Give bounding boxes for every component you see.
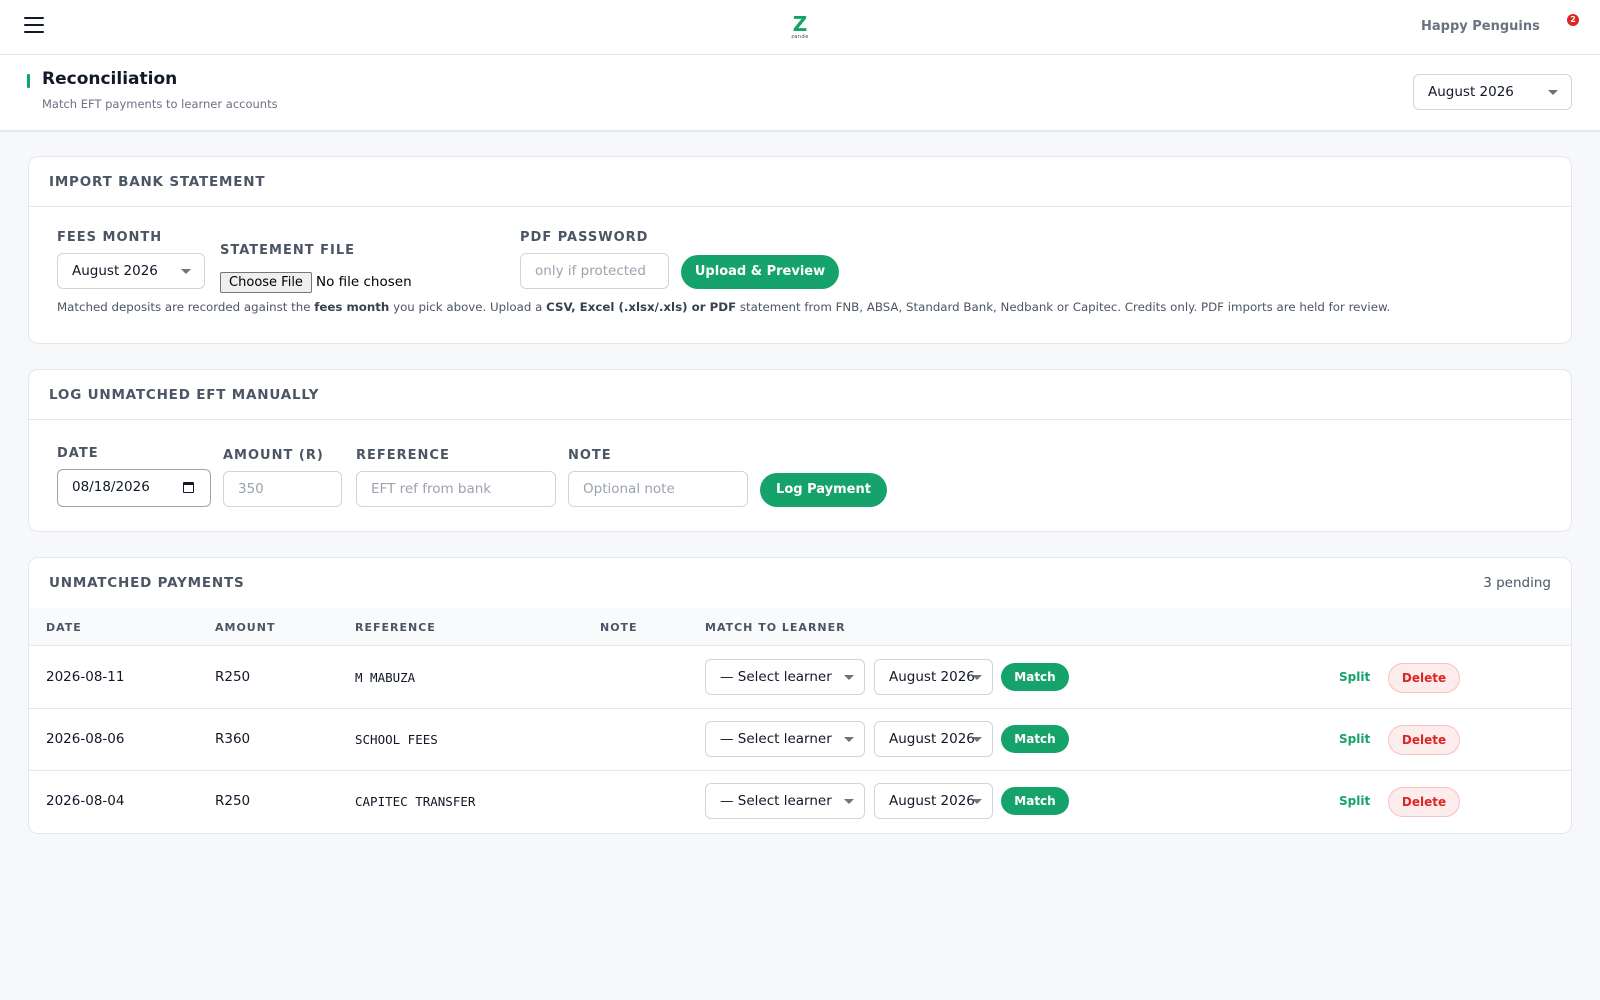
row-month-select[interactable]: August 2026 bbox=[874, 783, 993, 819]
row-reference: M MABUZA bbox=[355, 670, 416, 685]
row-amount: R360 bbox=[215, 731, 251, 747]
upload-preview-button[interactable]: Upload & Preview bbox=[681, 255, 839, 289]
table-row: 2026-08-11 R250 M MABUZA — Select learne… bbox=[29, 647, 1571, 709]
row-reference: SCHOOL FEES bbox=[355, 732, 438, 747]
school-name[interactable]: Happy Penguins bbox=[1421, 19, 1540, 34]
table-header: DATE AMOUNT REFERENCE NOTE MATCH TO LEAR… bbox=[29, 608, 1571, 646]
chevron-down-icon bbox=[1548, 90, 1558, 95]
logo-letter: Z bbox=[792, 12, 808, 36]
row-date: 2026-08-04 bbox=[46, 793, 125, 809]
learner-select[interactable]: — Select learner bbox=[705, 721, 865, 757]
row-date: 2026-08-11 bbox=[46, 669, 125, 685]
chevron-down-icon bbox=[844, 737, 854, 742]
top-bar: Z zande Happy Penguins 2 bbox=[0, 0, 1600, 55]
card-title: UNMATCHED PAYMENTS bbox=[49, 575, 245, 591]
chevron-down-icon bbox=[972, 737, 982, 742]
column-header-date: DATE bbox=[46, 621, 82, 634]
month-select-value: August 2026 bbox=[1428, 84, 1514, 100]
row-month-select[interactable]: August 2026 bbox=[874, 659, 993, 695]
learner-select-value: — Select learner bbox=[720, 731, 832, 747]
choose-file-button[interactable]: Choose File bbox=[220, 272, 312, 293]
match-button[interactable]: Match bbox=[1001, 787, 1069, 815]
column-header-note: NOTE bbox=[600, 621, 638, 634]
table-row: 2026-08-06 R360 SCHOOL FEES — Select lea… bbox=[29, 709, 1571, 771]
import-statement-card: IMPORT BANK STATEMENT FEES MONTH August … bbox=[28, 156, 1572, 344]
page-title: Reconciliation bbox=[42, 69, 178, 89]
column-header-amount: AMOUNT bbox=[215, 621, 276, 634]
fees-month-value: August 2026 bbox=[72, 263, 158, 279]
amount-label: AMOUNT (R) bbox=[223, 448, 324, 463]
date-input[interactable]: 08/18/2026 bbox=[57, 469, 211, 507]
delete-button[interactable]: Delete bbox=[1388, 787, 1460, 817]
row-amount: R250 bbox=[215, 793, 251, 809]
match-button[interactable]: Match bbox=[1001, 663, 1069, 691]
chevron-down-icon bbox=[844, 799, 854, 804]
split-button[interactable]: Split bbox=[1339, 732, 1370, 746]
learner-select[interactable]: — Select learner bbox=[705, 659, 865, 695]
table-row: 2026-08-04 R250 CAPITEC TRANSFER — Selec… bbox=[29, 771, 1571, 833]
unmatched-payments-card: UNMATCHED PAYMENTS 3 pending DATE AMOUNT… bbox=[28, 557, 1572, 834]
delete-button[interactable]: Delete bbox=[1388, 663, 1460, 693]
note-input[interactable]: Optional note bbox=[568, 471, 748, 507]
app-logo[interactable]: Z zande bbox=[780, 14, 820, 40]
row-month-value: August 2026 bbox=[889, 669, 975, 685]
log-payment-button[interactable]: Log Payment bbox=[760, 473, 887, 507]
amount-input[interactable]: 350 bbox=[223, 471, 342, 507]
page-subtitle: Match EFT payments to learner accounts bbox=[42, 97, 278, 111]
split-button[interactable]: Split bbox=[1339, 794, 1370, 808]
pending-count: 3 pending bbox=[1483, 575, 1551, 591]
card-title: IMPORT BANK STATEMENT bbox=[49, 174, 266, 190]
pdf-password-label: PDF PASSWORD bbox=[520, 230, 649, 245]
notification-bell-icon[interactable]: 2 bbox=[1562, 13, 1584, 35]
row-month-value: August 2026 bbox=[889, 793, 975, 809]
chevron-down-icon bbox=[972, 799, 982, 804]
chevron-down-icon bbox=[972, 675, 982, 680]
column-header-match: MATCH TO LEARNER bbox=[705, 621, 846, 634]
chevron-down-icon bbox=[844, 675, 854, 680]
split-button[interactable]: Split bbox=[1339, 670, 1370, 684]
row-month-select[interactable]: August 2026 bbox=[874, 721, 993, 757]
learner-select-value: — Select learner bbox=[720, 793, 832, 809]
statement-file-label: STATEMENT FILE bbox=[220, 243, 355, 258]
log-eft-card: LOG UNMATCHED EFT MANUALLY DATE 08/18/20… bbox=[28, 369, 1572, 532]
row-amount: R250 bbox=[215, 669, 251, 685]
fees-month-select[interactable]: August 2026 bbox=[57, 253, 205, 289]
learner-select-value: — Select learner bbox=[720, 669, 832, 685]
date-label: DATE bbox=[57, 446, 99, 461]
menu-icon[interactable] bbox=[24, 17, 44, 35]
notification-badge: 2 bbox=[1567, 14, 1579, 26]
calendar-icon[interactable] bbox=[183, 482, 194, 493]
delete-button[interactable]: Delete bbox=[1388, 725, 1460, 755]
page-header: Reconciliation Match EFT payments to lea… bbox=[0, 55, 1600, 132]
row-date: 2026-08-06 bbox=[46, 731, 125, 747]
match-button[interactable]: Match bbox=[1001, 725, 1069, 753]
learner-select[interactable]: — Select learner bbox=[705, 783, 865, 819]
import-help-text: Matched deposits are recorded against th… bbox=[57, 300, 1391, 314]
row-reference: CAPITEC TRANSFER bbox=[355, 794, 476, 809]
row-month-value: August 2026 bbox=[889, 731, 975, 747]
title-accent-bar bbox=[27, 74, 30, 88]
logo-word: zande bbox=[791, 34, 809, 40]
chevron-down-icon bbox=[181, 269, 191, 274]
fees-month-label: FEES MONTH bbox=[57, 230, 163, 245]
reference-input[interactable]: EFT ref from bank bbox=[356, 471, 556, 507]
reference-label: REFERENCE bbox=[356, 448, 450, 463]
column-header-reference: REFERENCE bbox=[355, 621, 436, 634]
card-title: LOG UNMATCHED EFT MANUALLY bbox=[49, 387, 320, 403]
file-status: No file chosen bbox=[316, 274, 412, 290]
note-label: NOTE bbox=[568, 448, 612, 463]
date-value: 08/18/2026 bbox=[72, 479, 150, 495]
pdf-password-input[interactable]: only if protected bbox=[520, 253, 669, 289]
month-select[interactable]: August 2026 bbox=[1413, 74, 1572, 110]
